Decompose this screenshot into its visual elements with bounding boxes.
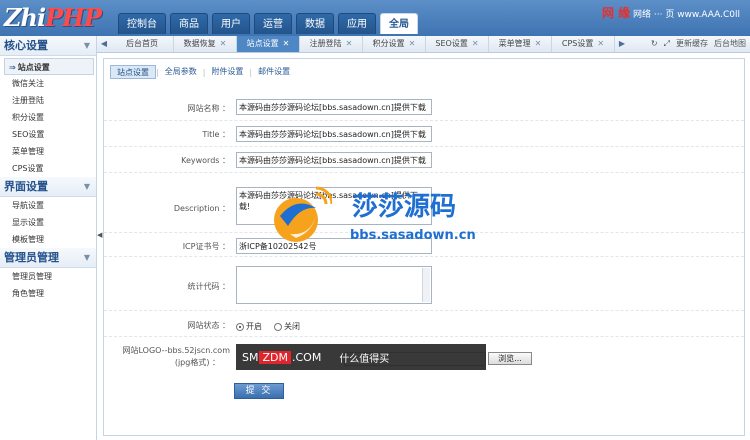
chevron-down-icon: ▼: [83, 253, 90, 262]
sidebar-item-menu[interactable]: 菜单管理: [0, 143, 96, 160]
inner-tabs: 站点设置 | 全局参数 | 附件设置 | 邮件设置: [110, 65, 296, 79]
subtab-prev-icon[interactable]: ◀: [97, 36, 111, 52]
sidebar-item-site-settings[interactable]: ⇒ 站点设置: [4, 58, 94, 75]
close-icon[interactable]: ✕: [472, 39, 479, 48]
top-links[interactable]: 网络 ··· 页 www.AAA.C0ll: [633, 10, 740, 20]
refresh-icon[interactable]: ↻: [651, 36, 658, 52]
title-label: Title ：: [202, 130, 230, 139]
submit-button[interactable]: 提 交: [234, 383, 284, 399]
sidebar-item-templates[interactable]: 模板管理: [0, 231, 96, 248]
row-site-status: 网站状态 ： 开启 关闭: [104, 311, 744, 337]
close-icon[interactable]: ✕: [535, 39, 542, 48]
watermark-smzdm: SM ZDM .COM 什么值得买: [236, 344, 486, 370]
subtab-data-restore[interactable]: 数据恢复 ✕: [174, 36, 237, 52]
sidebar: 核心设置 ▼ ⇒ 站点设置 微信关注 注册登陆 积分设置 SEO设置 菜单管理 CP…: [0, 36, 97, 440]
sidebar-item-register-login[interactable]: 注册登陆: [0, 92, 96, 109]
tab-mail-settings[interactable]: 邮件设置: [252, 65, 296, 79]
subtab-next-icon[interactable]: ▶: [615, 36, 629, 52]
subtab-tools: ↻ ⤢ 更新缓存 后台地图: [645, 36, 746, 52]
sitemap-link[interactable]: 后台地图: [714, 36, 746, 52]
close-icon[interactable]: ✕: [283, 39, 290, 48]
status-close-radio[interactable]: [274, 322, 282, 331]
close-icon[interactable]: ✕: [346, 39, 353, 48]
chevron-down-icon: ▼: [83, 182, 90, 191]
watermark-brand: 莎莎源码: [352, 192, 457, 222]
row-title: Title ：: [104, 121, 744, 147]
sidebar-item-display[interactable]: 显示设置: [0, 214, 96, 231]
top-brand: 网 缘: [601, 6, 631, 20]
keywords-label: Keywords ：: [181, 156, 230, 165]
site-name-input[interactable]: [236, 99, 432, 115]
subtab-points[interactable]: 积分设置 ✕: [363, 36, 426, 52]
scrollbar[interactable]: [422, 268, 430, 302]
main-nav-data[interactable]: 数据: [296, 13, 334, 34]
sasadown-logo-icon: [274, 186, 332, 242]
stats-code-label: 统计代码 ：: [187, 282, 230, 291]
subtab-site-settings[interactable]: 站点设置 ✕: [237, 36, 300, 52]
row-stats-code: 统计代码 ：: [104, 257, 744, 311]
close-icon[interactable]: ✕: [409, 39, 416, 48]
update-cache-link[interactable]: 更新缓存: [676, 36, 708, 52]
arrow-right-icon: ⇒: [9, 63, 16, 72]
description-label: Description ：: [173, 204, 230, 213]
watermark-url: bbs.sasadown.cn: [350, 228, 476, 243]
status-open-label: 开启: [246, 322, 262, 331]
main-nav-global[interactable]: 全局: [380, 13, 418, 34]
sidebar-item-cps[interactable]: CPS设置: [0, 160, 96, 177]
tab-attachment-settings[interactable]: 附件设置: [205, 65, 249, 79]
subtab-register-login[interactable]: 注册登陆 ✕: [300, 36, 363, 52]
fullscreen-icon[interactable]: ⤢: [664, 36, 670, 52]
subtab-cps[interactable]: CPS设置 ✕: [552, 36, 615, 52]
watermark-sasadown: 莎莎源码 bbs.sasadown.cn: [270, 186, 500, 250]
sidebar-item-role-manage[interactable]: 角色管理: [0, 285, 96, 302]
chevron-down-icon: ▼: [83, 41, 90, 50]
main-nav-users[interactable]: 用户: [212, 13, 250, 34]
logo-format-label: (jpg格式) ：: [174, 358, 220, 367]
top-header: ZhiPHP 控制台 商品 用户 运营 数据 应用 全局 网 缘 网络 ··· …: [0, 0, 750, 36]
site-status-label: 网站状态 ：: [187, 321, 230, 330]
tab-site-settings[interactable]: 站点设置: [110, 65, 156, 79]
status-open-radio[interactable]: [236, 322, 244, 331]
close-icon[interactable]: ✕: [220, 39, 227, 48]
main-nav-apps[interactable]: 应用: [338, 13, 376, 34]
site-status-radios: 开启 关闭: [236, 321, 300, 332]
subtab-home[interactable]: 后台首页: [111, 36, 174, 52]
status-close-label: 关闭: [284, 322, 300, 331]
sidebar-item-wechat[interactable]: 微信关注: [0, 75, 96, 92]
close-icon[interactable]: ✕: [597, 39, 604, 48]
main-nav-goods[interactable]: 商品: [170, 13, 208, 34]
row-keywords: Keywords ：: [104, 147, 744, 173]
sidebar-item-seo[interactable]: SEO设置: [0, 126, 96, 143]
sidebar-item-points[interactable]: 积分设置: [0, 109, 96, 126]
row-site-name: 网站名称 ：: [104, 95, 744, 121]
sidebar-group-core[interactable]: 核心设置 ▼: [0, 36, 96, 56]
main-nav: 控制台 商品 用户 运营 数据 应用 全局: [118, 13, 422, 34]
subtab-bar: ◀ 后台首页 数据恢复 ✕ 站点设置 ✕ 注册登陆 ✕ 积分设置 ✕ SEO设置 ✕ 菜单…: [97, 36, 750, 53]
main-nav-operations[interactable]: 运营: [254, 13, 292, 34]
tab-global-params[interactable]: 全局参数: [159, 65, 203, 79]
logo-upload-label: 网站LOGO--bbs.52jscn.com: [122, 346, 231, 355]
main-nav-dashboard[interactable]: 控制台: [118, 13, 166, 34]
title-input[interactable]: [236, 126, 432, 142]
subtab-menu[interactable]: 菜单管理 ✕: [489, 36, 552, 52]
sidebar-group-admins[interactable]: 管理员管理 ▼: [0, 248, 96, 268]
stats-code-textarea[interactable]: [236, 266, 432, 304]
sidebar-item-admin-manage[interactable]: 管理员管理: [0, 268, 96, 285]
top-right-links: 网 缘 网络 ··· 页 www.AAA.C0ll: [602, 4, 740, 21]
app-logo[interactable]: ZhiPHP: [4, 3, 102, 32]
sidebar-group-interface[interactable]: 界面设置 ▼: [0, 177, 96, 197]
icp-label: ICP证书号 ：: [182, 242, 230, 251]
sidebar-item-navigation[interactable]: 导航设置: [0, 197, 96, 214]
site-name-label: 网站名称 ：: [187, 104, 230, 113]
browse-button[interactable]: 浏览...: [488, 352, 532, 365]
keywords-input[interactable]: [236, 152, 432, 168]
subtab-seo[interactable]: SEO设置 ✕: [426, 36, 489, 52]
